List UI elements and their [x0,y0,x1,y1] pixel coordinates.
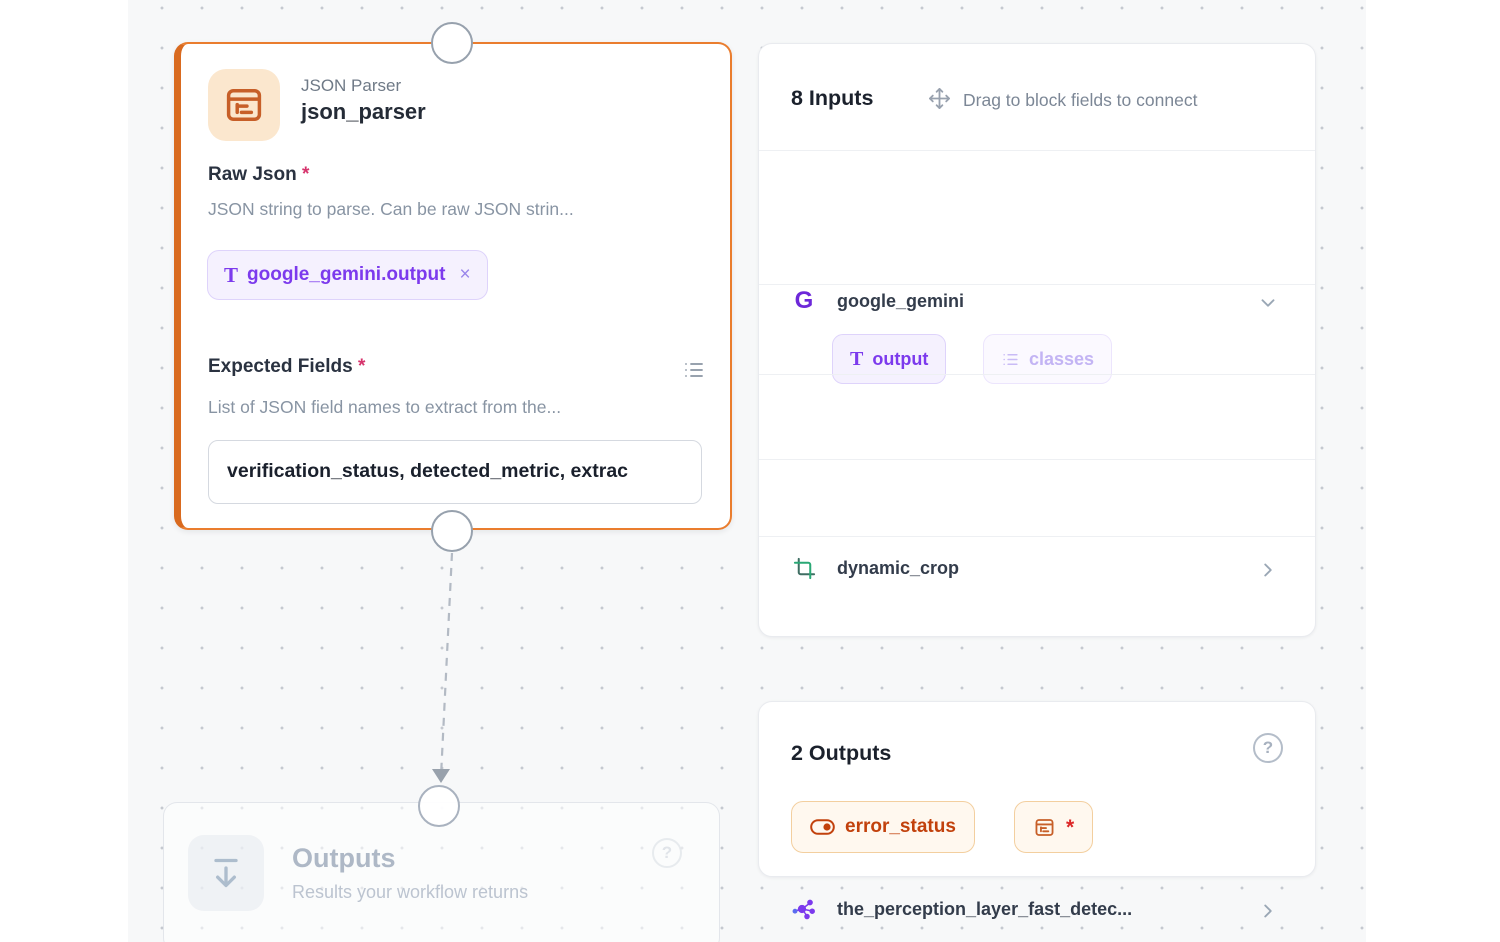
outputs-node-subtitle: Results your workflow returns [292,882,529,902]
required-asterisk: * [357,356,366,377]
input-row-google-gemini[interactable]: G google_gemini T output classes [759,150,1315,384]
expected-fields-input[interactable]: verification_status, detected_metric, ex… [208,440,702,504]
help-icon[interactable]: ? [1253,733,1283,763]
outputs-panel: 2 Outputs ? error_status * [758,701,1316,877]
drag-move-icon[interactable] [928,87,951,115]
outputs-node-input-port[interactable] [418,785,460,827]
input-row-perception-layer[interactable]: the_perception_layer_fast_detec... [759,459,1315,920]
output-chip-json[interactable]: * [1014,801,1094,853]
input-row-inputs[interactable]: inputs [759,536,1315,638]
outputs-node-icon-box [188,835,264,911]
type-icon: T [224,262,239,287]
outputs-node-title: Outputs [292,843,396,873]
workflow-editor: JSON Parser json_parser Raw Json * JSON … [0,0,1500,942]
node-title: json_parser [301,99,426,124]
network-icon [791,896,817,922]
input-row-dynamic-crop[interactable]: dynamic_crop [759,284,1315,579]
raw-json-description: JSON string to parse. Can be raw JSON st… [208,199,574,219]
expected-fields-description: List of JSON field names to extract from… [208,397,562,417]
input-row-main-object-filter[interactable]: main_object_filter [759,374,1315,755]
toggle-icon [810,819,835,835]
raw-json-value-tag[interactable]: T google_gemini.output × [207,250,488,300]
required-asterisk: * [301,164,310,185]
expected-fields-label: Expected Fields * [208,356,366,377]
raw-json-label: Raw Json * [208,164,310,185]
json-card-icon [226,88,262,122]
tag-reference-text: google_gemini.output [247,264,446,285]
list-mode-icon[interactable] [682,358,706,387]
remove-tag-icon[interactable]: × [459,264,470,286]
node-type-label: JSON Parser [301,76,402,95]
node-output-port[interactable] [431,510,473,552]
chevron-right-icon[interactable] [1257,900,1279,922]
json-parser-icon-box [208,69,280,141]
output-chip-error-status[interactable]: error_status [791,801,975,853]
inputs-panel-title: 8 Inputs [791,86,874,110]
json-card-icon [1035,818,1054,836]
outputs-panel-title: 2 Outputs [791,741,892,765]
drag-hint: Drag to block fields to connect [963,90,1198,110]
inputs-panel: 8 Inputs Drag to block fields to connect… [758,43,1316,920]
arrow-down-from-line-icon [214,858,238,888]
node-input-port[interactable] [431,22,473,64]
